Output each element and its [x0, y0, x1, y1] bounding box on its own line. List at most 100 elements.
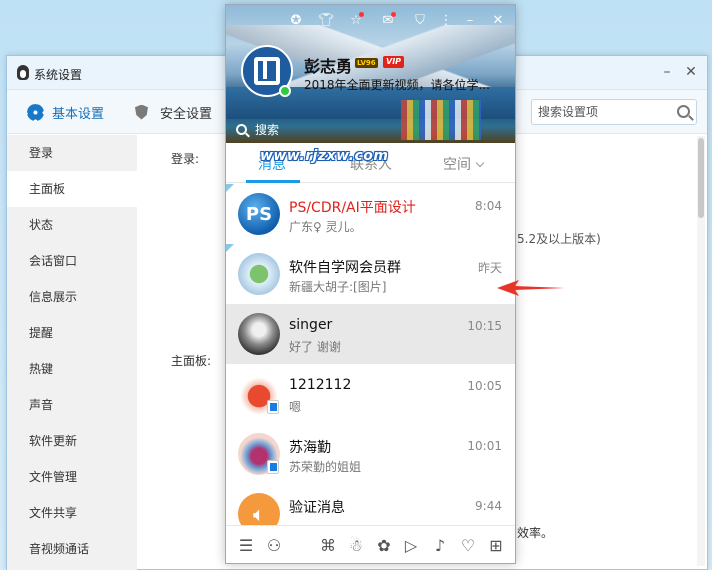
conversation-preview: 嗯	[289, 400, 302, 414]
conversation-avatar[interactable]	[238, 253, 280, 295]
security-settings-tab[interactable]: 安全设置	[135, 102, 212, 122]
tab-zone[interactable]: 空间	[443, 154, 485, 174]
conversation-time: 10:15	[467, 319, 502, 333]
online-status-icon[interactable]	[279, 85, 291, 97]
play-icon[interactable]: ▷	[401, 536, 421, 556]
list-item[interactable]: singer 好了 谢谢 10:15	[226, 304, 515, 364]
annotation-arrow	[497, 280, 565, 296]
sidebar-item-hotkeys[interactable]: 热键	[7, 351, 137, 387]
contact-search-input[interactable]: 搜索	[236, 120, 279, 138]
list-item[interactable]: 软件自学网会员群 新疆大胡子:[图片] 昨天	[226, 244, 515, 304]
music-icon[interactable]: ♪	[430, 536, 450, 556]
user-nickname[interactable]: 彭志勇	[304, 53, 352, 77]
sidebar-item-info-display[interactable]: 信息展示	[7, 279, 137, 315]
close-icon[interactable]: ✕	[490, 13, 506, 29]
add-friend-icon[interactable]: ⚇	[264, 536, 284, 556]
crown-shield-icon[interactable]: ⛉	[412, 13, 428, 29]
tshirt-icon[interactable]: 👕︎	[318, 13, 335, 29]
sidebar-item-sound[interactable]: 声音	[7, 387, 137, 423]
conversation-preview: 好了 谢谢	[289, 340, 341, 354]
avatar-logo-icon	[254, 57, 280, 85]
avatar-text: PS	[245, 203, 273, 225]
sidebar-item-chat-window[interactable]: 会话窗口	[7, 243, 137, 279]
settings-title: 系统设置	[34, 68, 83, 82]
sidebar-item-file-management[interactable]: 文件管理	[7, 459, 137, 495]
level-badge[interactable]: LV96	[355, 58, 378, 68]
minimize-icon[interactable]: –	[659, 64, 675, 80]
star-icon[interactable]: ☆	[348, 12, 364, 29]
sidebar-item-main-panel[interactable]: 主面板	[7, 171, 137, 207]
mail-icon[interactable]: ✉	[380, 12, 396, 29]
conversation-time: 10:01	[467, 439, 502, 453]
gear-icon	[27, 103, 44, 121]
basic-settings-tab[interactable]: 基本设置	[27, 102, 104, 122]
penguin-icon[interactable]: ☃	[346, 536, 366, 556]
conversation-time: 9:44	[475, 499, 502, 513]
basic-settings-label: 基本设置	[52, 106, 105, 122]
profile-header: ✪ 👕︎ ☆ ✉ ⛉ ⋮ – ✕ 彭志勇 LV96 VIP 2018年全面更新视…	[226, 5, 515, 143]
chevron-down-icon	[475, 158, 485, 168]
menu-icon[interactable]: ☰	[236, 536, 256, 556]
conversation-name: PS/CDR/AI平面设计	[289, 200, 416, 216]
sidebar-item-software-update[interactable]: 软件更新	[7, 423, 137, 459]
conversation-preview: 广东♀ 灵儿。	[289, 220, 362, 234]
conversation-name: 验证消息	[289, 500, 345, 516]
settings-scrollbar-thumb[interactable]	[698, 138, 704, 218]
contact-search-placeholder: 搜索	[255, 122, 280, 137]
shield-icon	[135, 104, 148, 120]
search-icon	[236, 123, 247, 135]
pinned-corner-icon	[226, 184, 234, 192]
list-item[interactable]: PS PS/CDR/AI平面设计 广东♀ 灵儿。 8:04	[226, 184, 515, 244]
conversation-time: 10:05	[467, 379, 502, 393]
qq-penguin-icon	[17, 65, 29, 80]
sidebar-item-reminders[interactable]: 提醒	[7, 315, 137, 351]
sidebar-item-login[interactable]: 登录	[7, 135, 137, 171]
mobile-online-icon	[267, 460, 279, 474]
conversation-list: PS PS/CDR/AI平面设计 广东♀ 灵儿。 8:04 软件自学网会员群 新…	[226, 184, 515, 544]
settings-sidebar: 登录 主面板 状态 会话窗口 信息展示 提醒 热键 声音 软件更新 文件管理 文…	[7, 135, 137, 570]
more-icon[interactable]: ⋮	[438, 13, 454, 29]
list-item[interactable]: 1212112 嗯 10:05	[226, 364, 515, 424]
arrow-shape	[497, 280, 565, 296]
apps-icon[interactable]: ⊞	[486, 536, 506, 556]
medal-icon[interactable]: ✪	[288, 13, 304, 29]
qq-main-panel: ✪ 👕︎ ☆ ✉ ⛉ ⋮ – ✕ 彭志勇 LV96 VIP 2018年全面更新视…	[225, 4, 516, 564]
game-icon[interactable]: ⌘	[318, 536, 338, 556]
watermark: www.rjzxw.com	[260, 148, 389, 164]
sidebar-item-status[interactable]: 状态	[7, 207, 137, 243]
list-item[interactable]: 苏海勤 苏荣勤的姐姐 10:01	[226, 424, 515, 484]
search-icon[interactable]	[677, 105, 690, 118]
settings-search-placeholder: 搜索设置项	[538, 105, 599, 119]
conversation-avatar[interactable]: PS	[238, 193, 280, 235]
conversation-name: singer	[289, 317, 333, 333]
settings-search-input[interactable]: 搜索设置项	[531, 99, 697, 125]
pinned-corner-icon	[226, 244, 234, 252]
notification-dot	[391, 12, 396, 17]
minimize-icon[interactable]: –	[462, 13, 478, 29]
mobile-online-icon	[267, 400, 279, 414]
conversation-name: 1212112	[289, 377, 352, 393]
conversation-avatar[interactable]	[238, 313, 280, 355]
efficiency-note: 效率。	[517, 526, 554, 540]
settings-scrollbar[interactable]	[697, 136, 705, 566]
user-signature[interactable]: 2018年全面更新视频，请各位学...	[304, 76, 509, 93]
security-settings-label: 安全设置	[160, 106, 213, 122]
tab-zone-label: 空间	[443, 157, 471, 173]
main-panel-section-label: 主面板:	[171, 354, 212, 368]
conversation-name: 软件自学网会员群	[289, 260, 401, 276]
version-note: 5.2及以上版本)	[517, 232, 601, 246]
active-tab-indicator	[246, 180, 300, 183]
sidebar-item-av-call[interactable]: 音视频通话	[7, 531, 137, 567]
flower-icon[interactable]: ✿	[374, 536, 394, 556]
sidebar-item-file-sharing[interactable]: 文件共享	[7, 495, 137, 531]
header-prayer-flags	[401, 100, 481, 140]
conversation-preview: 苏荣勤的姐姐	[289, 460, 362, 474]
vip-badge[interactable]: VIP	[383, 56, 405, 68]
conversation-name: 苏海勤	[289, 440, 331, 456]
vip-icon[interactable]: ♡	[458, 536, 478, 556]
conversation-preview: 新疆大胡子:[图片]	[289, 280, 387, 294]
close-icon[interactable]: ✕	[683, 64, 699, 80]
conversation-time: 8:04	[475, 199, 502, 213]
notification-dot	[359, 12, 364, 17]
conversation-time: 昨天	[477, 261, 502, 275]
